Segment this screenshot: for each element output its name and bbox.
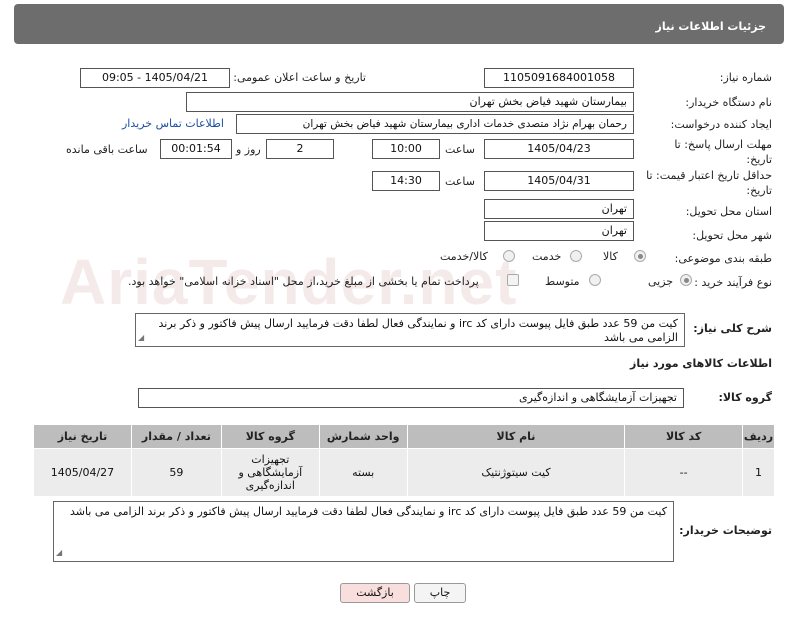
treasury-payment-note: پرداخت تمام یا بخشی از مبلغ خرید،از محل …	[128, 275, 479, 288]
page-header: جزئیات اطلاعات نیاز	[14, 4, 784, 44]
creator-label: ایجاد کننده درخواست:	[670, 118, 772, 131]
description-textarea[interactable]: کیت من 59 عدد طبق فایل پیوست دارای کد ir…	[135, 313, 685, 347]
category-goods-service-radio[interactable]	[503, 250, 515, 262]
cell-name: کیت سیتوژنتیک	[406, 448, 626, 497]
resize-grip-icon[interactable]: ◢	[56, 546, 62, 560]
province-field: تهران	[484, 199, 634, 219]
reply-time-field: 10:00	[372, 139, 440, 159]
category-service-radio[interactable]	[570, 250, 582, 262]
category-goods-service-label: کالا/خدمت	[440, 250, 488, 263]
process-minor-label: جزیی	[648, 275, 674, 288]
table-header-row: ردیف کد کالا نام کالا واحد شمارش گروه کا…	[33, 424, 775, 449]
days-label: روز و	[236, 143, 261, 156]
category-goods-label: کالا	[603, 250, 618, 263]
creator-field: رحمان بهرام نژاد متصدی خدمات اداری بیمار…	[236, 114, 634, 134]
buyer-org-label: نام دستگاه خریدار:	[685, 96, 772, 109]
city-field: تهران	[484, 221, 634, 241]
table-row: 1 -- کیت سیتوژنتیک بسته تجهیزات آزمایشگا…	[33, 448, 775, 497]
buyer-org-field: بیمارستان شهید فیاض بخش تهران	[186, 92, 634, 112]
goods-group-field: تجهیزات آزمایشگاهی و اندازه‌گیری	[138, 388, 684, 408]
col-header-name: نام کالا	[406, 424, 626, 449]
category-service-label: خدمت	[532, 250, 562, 263]
cell-row: 1	[742, 448, 775, 497]
buyer-contact-link[interactable]: اطلاعات تماس خریدار	[122, 117, 224, 130]
reply-time-label: ساعت	[445, 143, 475, 156]
resize-grip-icon[interactable]: ◢	[138, 331, 144, 345]
announce-datetime-field: 1405/04/21 - 09:05	[80, 68, 230, 88]
cell-date: 1405/04/27	[33, 448, 132, 497]
price-validity-label: حداقل تاریخ اعتبار قیمت: تا تاریخ:	[646, 169, 772, 197]
province-label: استان محل تحویل:	[685, 205, 772, 218]
goods-info-title: اطلاعات کالاهای مورد نیاز	[630, 357, 772, 370]
process-medium-radio[interactable]	[589, 274, 601, 286]
category-label: طبقه بندی موضوعی:	[674, 252, 772, 265]
buyer-notes-label: توضیحات خریدار:	[679, 524, 772, 537]
reply-date-field: 1405/04/23	[484, 139, 634, 159]
description-text: کیت من 59 عدد طبق فایل پیوست دارای کد ir…	[158, 317, 678, 344]
cell-group: تجهیزات آزمایشگاهی و اندازه‌گیری	[220, 448, 320, 497]
remaining-time-field: 00:01:54	[160, 139, 232, 159]
print-button[interactable]: چاپ	[414, 583, 466, 603]
col-header-code: کد کالا	[624, 424, 744, 449]
process-type-label: نوع فرآیند خرید :	[694, 276, 772, 289]
treasury-payment-checkbox[interactable]	[507, 274, 519, 286]
col-header-row: ردیف	[742, 424, 775, 449]
price-time-field: 14:30	[372, 171, 440, 191]
price-time-label: ساعت	[445, 175, 475, 188]
days-field: 2	[266, 139, 334, 159]
col-header-group: گروه کالا	[220, 424, 320, 449]
description-label: شرح کلی نیاز:	[693, 322, 772, 335]
col-header-qty: تعداد / مقدار	[130, 424, 222, 449]
process-minor-radio[interactable]	[680, 274, 692, 286]
need-number-field: 1105091684001058	[484, 68, 634, 88]
goods-table: ردیف کد کالا نام کالا واحد شمارش گروه کا…	[33, 424, 775, 497]
reply-deadline-label: مهلت ارسال پاسخ: تا تاریخ:	[674, 138, 772, 166]
buyer-notes-text: کیت من 59 عدد طبق فایل پیوست دارای کد ir…	[69, 505, 667, 518]
cell-code: --	[624, 448, 744, 497]
cell-unit: بسته	[318, 448, 408, 497]
announce-datetime-label: تاریخ و ساعت اعلان عمومی:	[233, 71, 366, 84]
col-header-unit: واحد شمارش	[318, 424, 408, 449]
process-medium-label: متوسط	[545, 275, 580, 288]
goods-group-label: گروه کالا:	[718, 391, 772, 404]
cell-qty: 59	[130, 448, 222, 497]
city-label: شهر محل تحویل:	[692, 229, 772, 242]
back-button[interactable]: بازگشت	[340, 583, 410, 603]
category-goods-radio[interactable]	[634, 250, 646, 262]
col-header-date: تاریخ نیاز	[33, 424, 132, 449]
buyer-notes-textarea[interactable]: کیت من 59 عدد طبق فایل پیوست دارای کد ir…	[53, 501, 674, 562]
page-title: جزئیات اطلاعات نیاز	[655, 20, 767, 33]
remaining-time-label: ساعت باقی مانده	[66, 143, 148, 156]
price-date-field: 1405/04/31	[484, 171, 634, 191]
need-number-label: شماره نیاز:	[719, 71, 772, 84]
